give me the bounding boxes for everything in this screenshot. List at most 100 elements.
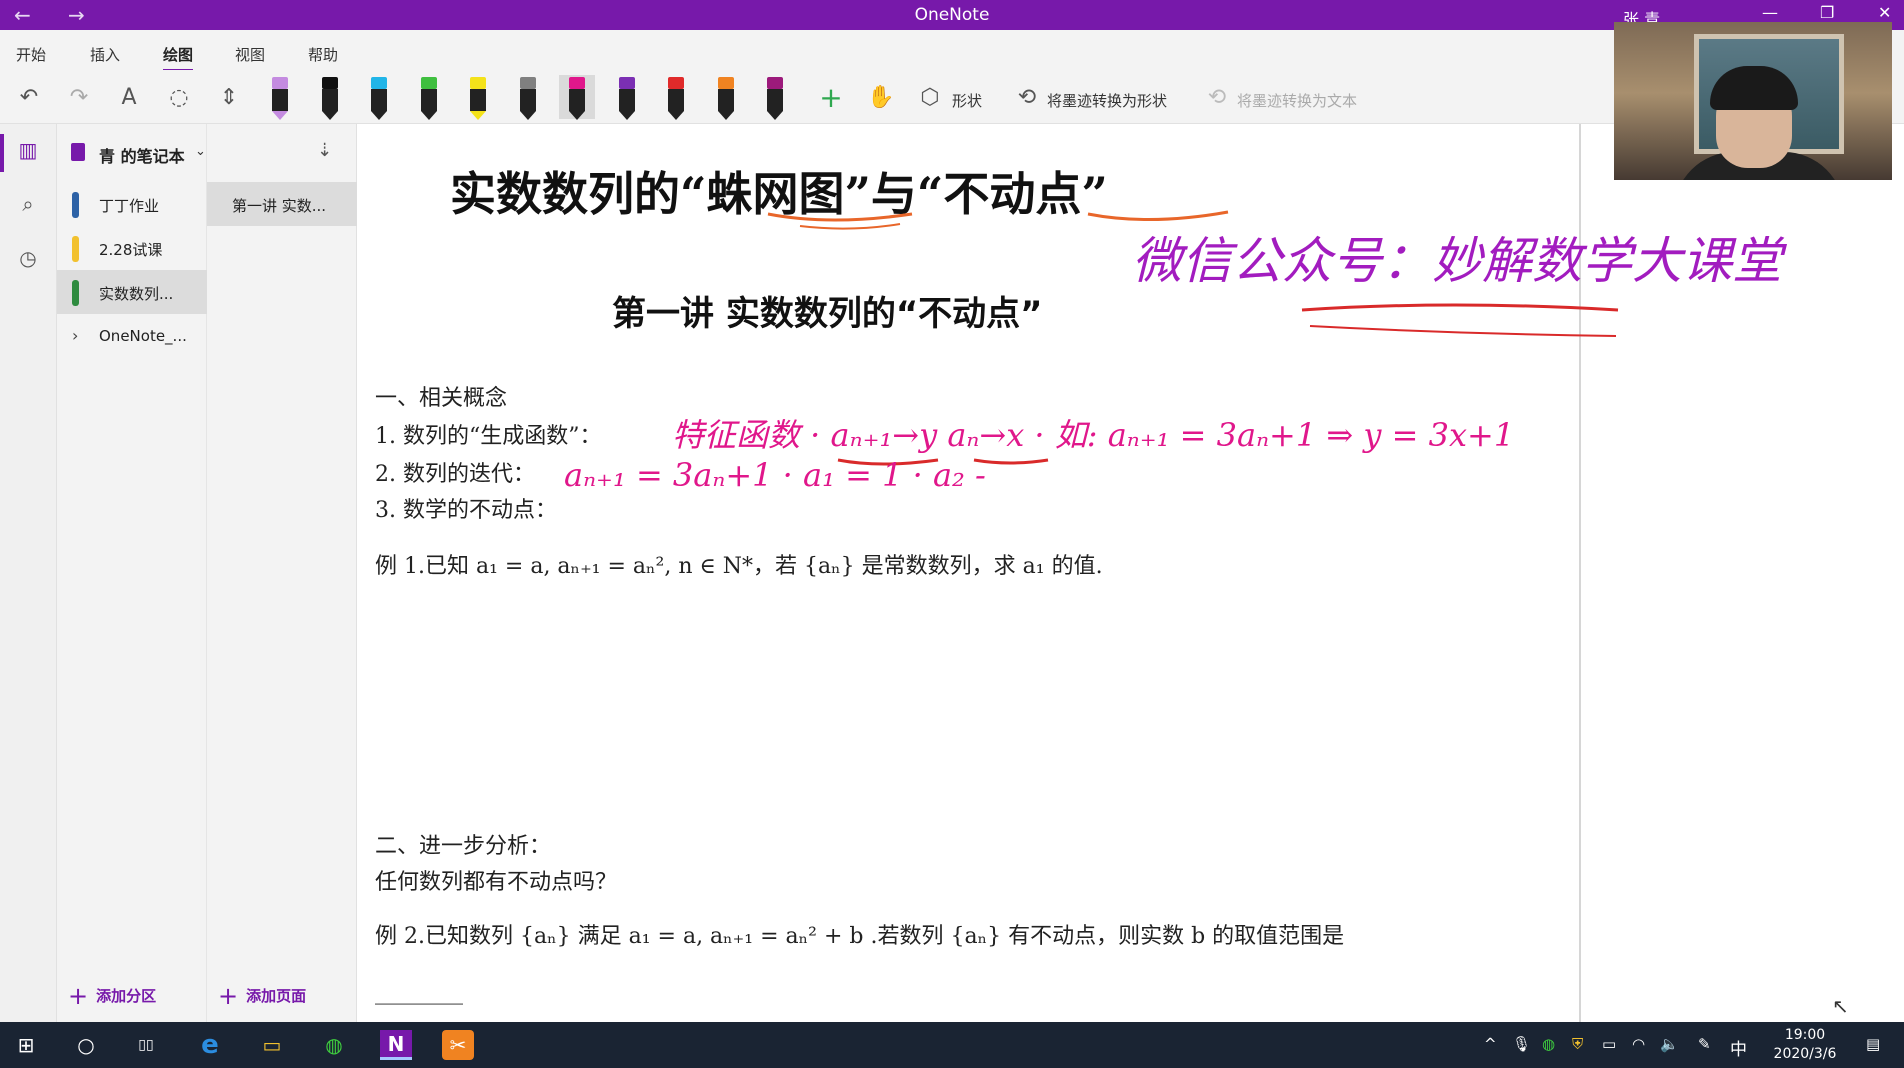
pen-tip (718, 111, 734, 120)
section-heading[interactable]: 二、进一步分析： (375, 828, 551, 860)
pen-8[interactable] (609, 75, 645, 120)
tab-help[interactable]: 帮助 (308, 44, 338, 65)
notification-icon[interactable]: ▤ (1866, 1035, 1880, 1053)
search-icon[interactable]: ○ (70, 1030, 102, 1060)
add-section-button[interactable]: + 添加分区 (68, 982, 156, 1010)
search-icon[interactable]: ⌕ (13, 192, 43, 222)
minimize-icon[interactable]: — (1762, 3, 1778, 22)
ink-to-shape-button[interactable]: 将墨迹转换为形状 (1047, 90, 1167, 111)
answer-blank[interactable]: ________ (375, 980, 463, 1005)
clock-time: 19:00 (1784, 1027, 1826, 1043)
pen-5[interactable] (460, 75, 496, 120)
tab-draw[interactable]: 绘图 (163, 44, 194, 72)
pen-color-swatch (668, 77, 684, 89)
wechat-tray-icon[interactable]: ◍ (1542, 1035, 1555, 1053)
edge-icon[interactable]: e (194, 1030, 226, 1060)
pen-color-swatch (569, 77, 585, 89)
shapes-icon[interactable]: ⬡ (913, 80, 947, 114)
notebooks-icon[interactable]: ▥ (13, 138, 43, 168)
ruler-touch-icon[interactable]: ✋ (864, 80, 898, 114)
wifi-icon[interactable]: ◠ (1632, 1035, 1645, 1053)
pen-3[interactable] (361, 75, 397, 120)
pen-barrel (371, 89, 387, 111)
chevron-down-icon[interactable]: ⌄ (195, 144, 206, 159)
notebook-header[interactable]: 青 的笔记本 ⌄ ⇣ (57, 124, 357, 180)
undo-icon[interactable]: ↶ (12, 80, 46, 114)
volume-icon[interactable]: 🔈 (1660, 1035, 1679, 1053)
section-item[interactable]: 丁丁作业 (57, 182, 207, 226)
list-item[interactable]: 2. 数列的迭代： (375, 456, 535, 488)
lasso-select-icon[interactable]: ◌ (162, 80, 196, 114)
shapes-button[interactable]: 形状 (952, 90, 982, 111)
pen-10[interactable] (708, 75, 744, 120)
redo-icon[interactable]: ↷ (62, 80, 96, 114)
wechat-icon[interactable]: ◍ (318, 1030, 350, 1060)
nav-rail: ▥ ⌕ ◷ (0, 124, 57, 1022)
add-pen-icon[interactable]: + (814, 80, 848, 114)
pen-workspace-icon[interactable]: ✎ (1698, 1035, 1711, 1053)
start-icon[interactable]: ⊞ (10, 1030, 42, 1060)
add-page-label: 添加页面 (246, 987, 307, 1005)
battery-icon[interactable]: ▭ (1602, 1035, 1616, 1053)
pen-color-swatch (619, 77, 635, 89)
type-select-icon[interactable]: A (112, 80, 146, 114)
app-icon[interactable]: ✂ (442, 1030, 474, 1060)
pen-barrel (668, 89, 684, 111)
pen-tip (569, 111, 585, 120)
chevron-right-icon[interactable]: › (72, 326, 78, 345)
pen-1[interactable] (262, 75, 298, 120)
pen-tip (272, 111, 288, 120)
shield-icon[interactable]: ⛨ (1572, 1035, 1583, 1053)
tab-insert[interactable]: 插入 (90, 44, 120, 65)
pen-7-selected[interactable] (559, 75, 595, 120)
sort-icon[interactable]: ⇣ (317, 140, 332, 161)
list-item[interactable]: 1. 数列的“生成函数”： (375, 418, 601, 450)
page-item-selected[interactable]: 第一讲 实数... (207, 182, 357, 226)
tab-view[interactable]: 视图 (235, 44, 265, 65)
file-explorer-icon[interactable]: ▭ (256, 1030, 288, 1060)
pen-barrel (718, 89, 734, 111)
clock-date: 2020/3/6 (1773, 1046, 1837, 1062)
section-item-selected[interactable]: 实数数列... (57, 270, 207, 314)
pen-color-swatch (718, 77, 734, 89)
page-title[interactable]: 实数数列的“蛛网图”与“不动点” (450, 158, 1108, 224)
section-group-item[interactable]: › OneNote_... (57, 314, 207, 358)
add-space-icon[interactable]: ⇕ (212, 80, 246, 114)
task-view-icon[interactable]: ▯▯ (130, 1030, 162, 1060)
pen-4[interactable] (411, 75, 447, 120)
page-subtitle[interactable]: 第一讲 实数数列的“不动点” (612, 286, 1043, 335)
question-text[interactable]: 任何数列都有不动点吗？ (375, 864, 617, 896)
plus-icon: + (68, 982, 89, 1010)
ime-indicator[interactable]: 中 (1730, 1035, 1747, 1060)
restore-icon[interactable]: ❐ (1820, 3, 1834, 22)
onenote-icon[interactable]: N (380, 1030, 412, 1060)
pen-color-swatch (520, 77, 536, 89)
pen-6[interactable] (510, 75, 546, 120)
system-clock[interactable]: 19:00 2020/3/6 (1770, 1026, 1840, 1064)
section-color-tab (72, 192, 79, 218)
section-heading[interactable]: 一、相关概念 (375, 380, 507, 412)
ink-to-shape-icon[interactable]: ⟲ (1010, 80, 1044, 114)
tray-overflow-icon[interactable]: ^ (1484, 1035, 1497, 1053)
pen-color-swatch (470, 77, 486, 89)
close-icon[interactable]: ✕ (1878, 3, 1891, 22)
pen-9[interactable] (658, 75, 694, 120)
section-item[interactable]: 2.28试课 (57, 226, 207, 270)
example-2[interactable]: 例 2.已知数列 {aₙ} 满足 a₁ = a, aₙ₊₁ = aₙ² + b … (375, 918, 1344, 950)
pen-barrel (767, 89, 783, 111)
microphone-icon[interactable]: 🎙 (1512, 1035, 1531, 1053)
ink-to-text-button: 将墨迹转换为文本 (1237, 92, 1358, 110)
tab-home[interactable]: 开始 (16, 44, 46, 65)
add-page-button[interactable]: + 添加页面 (218, 982, 306, 1010)
pen-11[interactable] (757, 75, 793, 120)
section-group-label: OneNote_... (99, 327, 187, 345)
pen-tip (371, 111, 387, 120)
taskbar: ⊞ ○ ▯▯ e ▭ ◍ N ✂ ^ 🎙 ◍ ⛨ ▭ ◠ 🔈 ✎ 中 19:00… (0, 1022, 1904, 1068)
pen-2[interactable] (312, 75, 348, 120)
list-item[interactable]: 3. 数学的不动点： (375, 492, 557, 524)
notebook-name[interactable]: 青 的笔记本 (99, 143, 185, 167)
recent-icon[interactable]: ◷ (13, 246, 43, 276)
example-1[interactable]: 例 1.已知 a₁ = a, aₙ₊₁ = aₙ², n ∈ N*，若 {aₙ}… (375, 548, 1103, 580)
pen-color-swatch (767, 77, 783, 89)
add-section-label: 添加分区 (96, 987, 157, 1005)
